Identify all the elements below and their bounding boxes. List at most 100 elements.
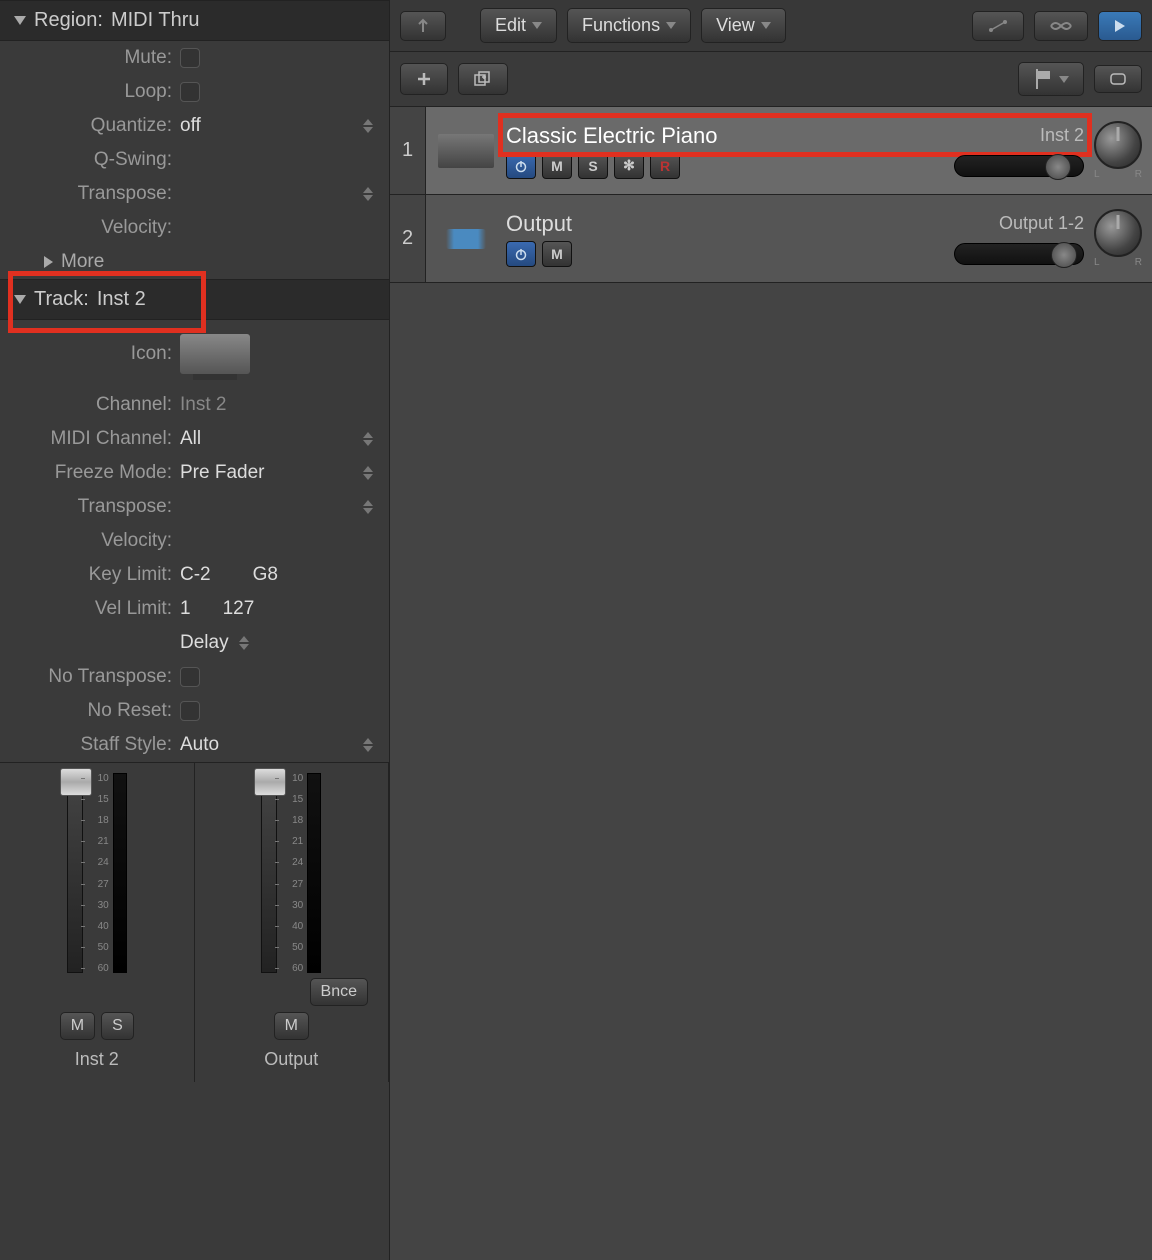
- record-button[interactable]: R: [650, 153, 680, 179]
- volume-slider[interactable]: [954, 155, 1084, 177]
- staff-value[interactable]: Auto: [180, 734, 219, 756]
- midi-label: MIDI Channel:: [10, 428, 180, 450]
- midi-stepper[interactable]: [363, 432, 373, 446]
- strip-name-1: Inst 2: [69, 1043, 125, 1076]
- quantize-stepper[interactable]: [363, 119, 373, 133]
- flex-button[interactable]: [1034, 11, 1088, 41]
- mixer-area: 10151821242730405060 M S Inst 2 10151821…: [0, 762, 389, 1082]
- channel-value: Inst 2: [180, 394, 226, 416]
- transpose-stepper[interactable]: [363, 187, 373, 201]
- vellimit-label: Vel Limit:: [10, 598, 180, 620]
- solo-button[interactable]: S: [578, 153, 608, 179]
- freeze-button[interactable]: ✻: [614, 153, 644, 179]
- track-transpose-stepper[interactable]: [363, 500, 373, 514]
- keylimit-high[interactable]: G8: [253, 564, 278, 586]
- back-button[interactable]: [400, 11, 446, 41]
- track-icon-row: Icon:: [0, 320, 389, 388]
- region-qswing-row: Q-Swing:: [0, 143, 389, 177]
- channel-strip-1: 10151821242730405060 M S Inst 2: [0, 763, 195, 1082]
- freeze-stepper[interactable]: [363, 466, 373, 480]
- disclosure-right-icon: [44, 256, 53, 268]
- keylimit-low[interactable]: C-2: [180, 564, 211, 586]
- volume-slider[interactable]: [954, 243, 1084, 265]
- power-button[interactable]: [506, 241, 536, 267]
- track-row-2[interactable]: 2 Output Output 1-2 M LR: [390, 195, 1152, 283]
- track-icon-preview[interactable]: [180, 334, 250, 374]
- vellimit-low[interactable]: 1: [180, 598, 191, 620]
- strip-name-2: Output: [258, 1043, 324, 1076]
- track-row-1[interactable]: 1 Classic Electric Piano Inst 2 M S ✻ R: [390, 107, 1152, 195]
- track-name[interactable]: Output: [506, 211, 572, 237]
- mute-button[interactable]: M: [542, 153, 572, 179]
- meter-2: [307, 773, 321, 973]
- track-velocity-row: Velocity:: [0, 524, 389, 558]
- tool-active-button[interactable]: [1098, 11, 1142, 41]
- inspector-panel: Region: MIDI Thru Mute: Loop: Quantize: …: [0, 0, 390, 1260]
- loop-checkbox[interactable]: [180, 82, 200, 102]
- region-quantize-row: Quantize: off: [0, 109, 389, 143]
- track-header-value: Inst 2: [97, 288, 146, 311]
- region-loop-row: Loop:: [0, 75, 389, 109]
- edit-menu[interactable]: Edit: [480, 8, 557, 43]
- catch-button[interactable]: [1094, 65, 1142, 93]
- bounce-button[interactable]: Bnce: [310, 978, 368, 1006]
- pan-labels: LR: [1094, 257, 1142, 268]
- track-transpose-row: Transpose:: [0, 490, 389, 524]
- channel-strip-2: 10151821242730405060 Bnce M Output: [195, 763, 390, 1082]
- duplicate-track-button[interactable]: [458, 63, 508, 95]
- delay-label[interactable]: Delay: [180, 632, 229, 654]
- pan-knob[interactable]: [1094, 121, 1142, 169]
- functions-menu[interactable]: Functions: [567, 8, 691, 43]
- staff-label: Staff Style:: [10, 734, 180, 756]
- mute-label: Mute:: [10, 47, 180, 69]
- view-menu[interactable]: View: [701, 8, 786, 43]
- qswing-label: Q-Swing:: [10, 149, 180, 171]
- disclosure-down-icon: [14, 16, 26, 25]
- arrange-panel: Edit Functions View 1: [390, 0, 1152, 1260]
- region-velocity-row: Velocity:: [0, 211, 389, 245]
- track-transpose-label: Transpose:: [10, 496, 180, 518]
- track-keylimit-row: Key Limit: C-2 G8: [0, 558, 389, 592]
- solo-button-1[interactable]: S: [101, 1012, 134, 1040]
- quantize-value[interactable]: off: [180, 115, 201, 137]
- mute-button-1[interactable]: M: [60, 1012, 95, 1040]
- fader-1[interactable]: [67, 773, 83, 973]
- fader-2[interactable]: [261, 773, 277, 973]
- quantize-label: Quantize:: [10, 115, 180, 137]
- piano-icon: [438, 134, 494, 168]
- freeze-value[interactable]: Pre Fader: [180, 462, 264, 484]
- secondary-toolbar: [390, 52, 1152, 107]
- track-channel-row: Channel: Inst 2: [0, 388, 389, 422]
- add-track-button[interactable]: [400, 63, 448, 95]
- notranspose-checkbox[interactable]: [180, 667, 200, 687]
- track-delay-row: Delay: [0, 626, 389, 660]
- track-icon-1: [434, 121, 498, 181]
- fader-scale: 10151821242730405060: [279, 773, 305, 973]
- delay-stepper[interactable]: [239, 636, 249, 650]
- flag-icon: [1033, 69, 1053, 89]
- region-velocity-label: Velocity:: [10, 217, 180, 239]
- channel-label: Channel:: [10, 394, 180, 416]
- track-icon-2: [434, 209, 498, 269]
- automation-button[interactable]: [972, 11, 1024, 41]
- mute-checkbox[interactable]: [180, 48, 200, 68]
- mute-button-2[interactable]: M: [274, 1012, 309, 1040]
- power-button[interactable]: [506, 153, 536, 179]
- track-controls: M: [506, 241, 1084, 267]
- track-header-label: Track:: [34, 288, 89, 311]
- track-output-id: Output 1-2: [999, 213, 1084, 234]
- track-number: 2: [390, 195, 426, 282]
- region-header-value: MIDI Thru: [111, 9, 200, 32]
- region-header[interactable]: Region: MIDI Thru: [0, 0, 389, 41]
- midi-value[interactable]: All: [180, 428, 201, 450]
- mute-button[interactable]: M: [542, 241, 572, 267]
- track-header[interactable]: Track: Inst 2: [0, 279, 389, 320]
- vellimit-high[interactable]: 127: [223, 598, 255, 620]
- noreset-checkbox[interactable]: [180, 701, 200, 721]
- colors-button[interactable]: [1018, 62, 1084, 96]
- staff-stepper[interactable]: [363, 738, 373, 752]
- pan-knob[interactable]: [1094, 209, 1142, 257]
- more-label: More: [61, 251, 104, 273]
- region-more-row[interactable]: More: [0, 245, 389, 279]
- track-name[interactable]: Classic Electric Piano: [506, 123, 718, 149]
